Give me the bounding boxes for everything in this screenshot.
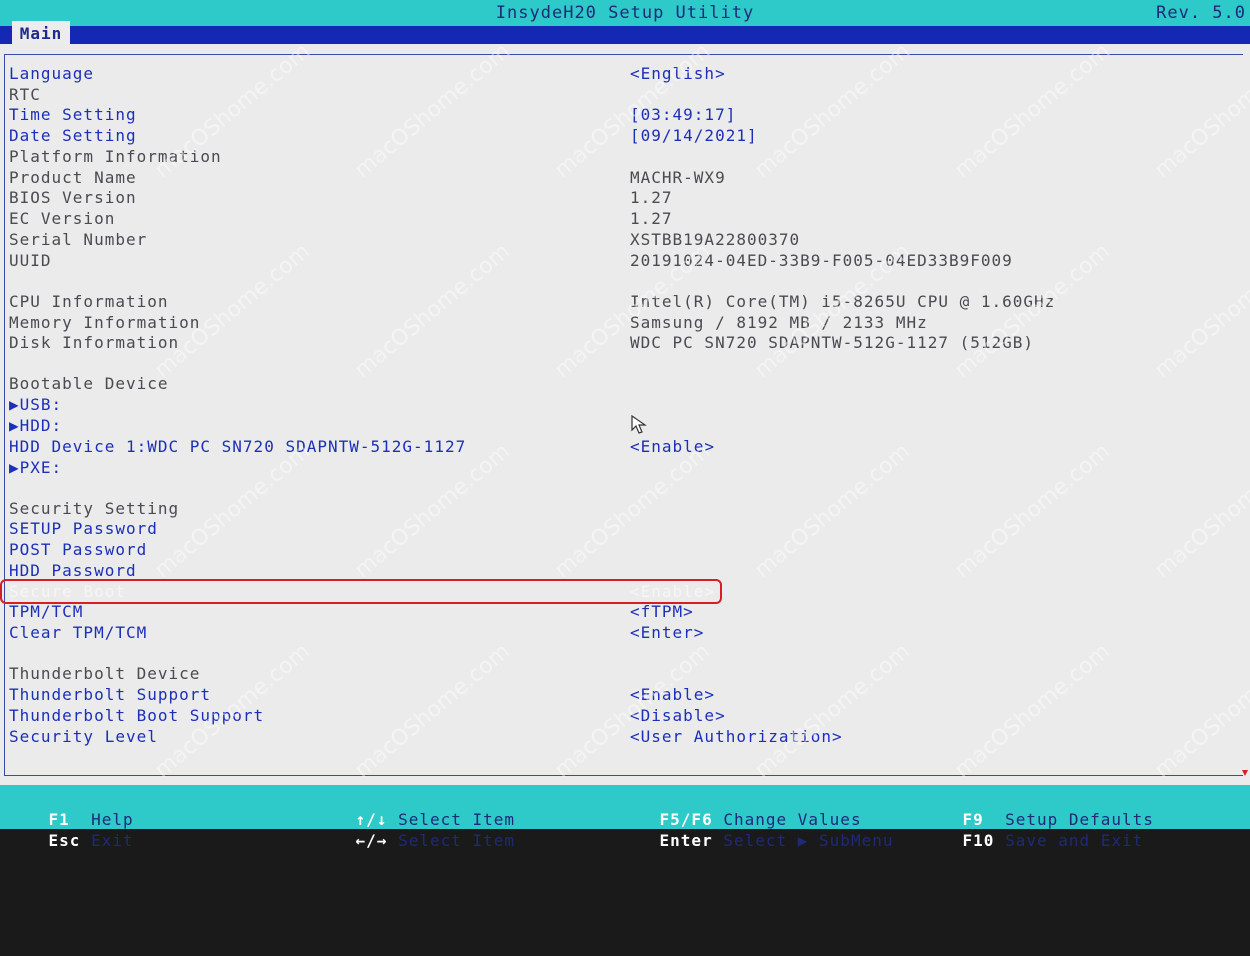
- setting-value[interactable]: [03:49:17]: [630, 104, 736, 125]
- setting-label: Security Setting: [9, 499, 180, 518]
- setting-label: HDD Device 1:WDC PC SN720 SDAPNTW-512G-1…: [9, 437, 467, 456]
- setting-label: Thunderbolt Boot Support: [9, 706, 265, 725]
- mouse-pointer-icon: [631, 414, 647, 434]
- help-f5-f6: F5/F6 Change Values: [659, 810, 862, 829]
- setting-row[interactable]: SETUP Password: [0, 518, 1250, 539]
- setting-value[interactable]: <Enable>: [630, 684, 715, 705]
- setting-label: Secure Boot: [9, 582, 126, 601]
- setting-value: Samsung / 8192 MB / 2133 MHz: [630, 313, 928, 332]
- setting-value: 1.27: [630, 209, 673, 228]
- setting-label: Thunderbolt Device: [9, 664, 201, 683]
- setting-label: Product Name: [9, 168, 137, 187]
- setting-row: Platform Information: [0, 146, 1250, 167]
- setting-row: Thunderbolt Device: [0, 663, 1250, 684]
- setting-row[interactable]: Thunderbolt Support <Enable>: [0, 684, 1250, 705]
- setting-value: WDC PC SN720 SDAPNTW-512G-1127 (512GB): [630, 333, 1035, 352]
- setting-row: BIOS Version 1.27: [0, 187, 1250, 208]
- setting-label: Clear TPM/TCM: [9, 623, 148, 642]
- help-f1: F1 Help: [48, 810, 134, 829]
- help-left-right: ←/→ Select Item: [355, 831, 516, 850]
- setting-label: Bootable Device: [9, 374, 169, 393]
- setting-label: BIOS Version: [9, 188, 137, 207]
- setting-row: Security Setting: [0, 498, 1250, 519]
- setting-row[interactable]: Date Setting [09/14/2021]: [0, 125, 1250, 146]
- setting-row: UUID 20191024-04ED-33B9-F005-04ED33B9F009: [0, 250, 1250, 271]
- setting-label: TPM/TCM: [9, 602, 84, 621]
- setting-label: Time Setting: [9, 105, 137, 124]
- window-title: InsydeH20 Setup Utility: [495, 3, 755, 23]
- setting-value[interactable]: <User Authorization>: [630, 726, 843, 747]
- setting-row[interactable]: TPM/TCM <fTPM>: [0, 601, 1250, 622]
- help-f10: F10 Save and Exit: [962, 831, 1144, 850]
- setting-value: MACHR-WX9: [630, 168, 726, 187]
- setting-value: Intel(R) Core(TM) i5-8265U CPU @ 1.60GHz: [630, 292, 1056, 311]
- setting-row[interactable]: Thunderbolt Boot Support <Disable>: [0, 705, 1250, 726]
- setting-row: RTC: [0, 84, 1250, 105]
- setting-value[interactable]: <Enable>: [630, 436, 715, 457]
- setting-label: EC Version: [9, 209, 116, 228]
- setting-row[interactable]: Language <English>: [0, 63, 1250, 84]
- main-panel: Language <English> RTC Time Setting [03:49:1…: [0, 39, 1250, 785]
- setting-value: 1.27: [630, 188, 673, 207]
- setting-label: Serial Number: [9, 230, 148, 249]
- setting-label: Thunderbolt Support: [9, 685, 212, 704]
- setting-label: ▶PXE:: [9, 458, 63, 477]
- setting-value[interactable]: <fTPM>: [630, 601, 694, 622]
- setting-label: POST Password: [9, 540, 148, 559]
- scroll-down-indicator-icon: [1242, 770, 1248, 776]
- setting-label: Platform Information: [9, 147, 222, 166]
- tab-bar: Main: [0, 21, 1250, 45]
- setting-row: CPU Information Intel(R) Core(TM) i5-8265…: [0, 291, 1250, 312]
- setting-row[interactable]: HDD Device 1:WDC PC SN720 SDAPNTW-512G-1…: [0, 436, 1250, 457]
- setting-row[interactable]: POST Password: [0, 539, 1250, 560]
- setting-value[interactable]: <Enter>: [630, 622, 704, 643]
- setting-label: Security Level: [9, 727, 158, 746]
- setting-row: Bootable Device: [0, 373, 1250, 394]
- setting-row[interactable]: Security Level <User Authorization>: [0, 726, 1250, 747]
- help-esc: Esc Exit: [48, 831, 134, 850]
- setting-value[interactable]: <Disable>: [630, 705, 726, 726]
- key-help-bar: F1 Help Esc Exit ↑/↓ Select Item ←/→ Sel…: [0, 785, 1250, 850]
- setting-value[interactable]: <Enable>: [630, 581, 715, 602]
- revision-label: Rev. 5.0: [1156, 3, 1246, 23]
- setting-row[interactable]: ▶USB:: [0, 394, 1250, 415]
- setting-row-selected[interactable]: Secure Boot <Enable>: [0, 581, 1250, 602]
- setting-row: Memory Information Samsung / 8192 MB / 21…: [0, 312, 1250, 333]
- setting-row[interactable]: ▶HDD:: [0, 415, 1250, 436]
- setting-row: Serial Number XSTBB19A22800370: [0, 229, 1250, 250]
- setting-label: Memory Information: [9, 313, 201, 332]
- setting-label: UUID: [9, 251, 52, 270]
- setting-label: ▶HDD:: [9, 416, 63, 435]
- setting-row[interactable]: HDD Password: [0, 560, 1250, 581]
- setting-label: CPU Information: [9, 292, 169, 311]
- setting-row[interactable]: Clear TPM/TCM <Enter>: [0, 622, 1250, 643]
- help-up-down: ↑/↓ Select Item: [355, 810, 516, 829]
- setting-label: Date Setting: [9, 126, 137, 145]
- help-f9: F9 Setup Defaults: [962, 810, 1154, 829]
- setting-label: ▶USB:: [9, 395, 63, 414]
- tab-main[interactable]: Main: [12, 21, 70, 45]
- setting-label: Disk Information: [9, 333, 180, 352]
- setting-value: XSTBB19A22800370: [630, 230, 801, 249]
- setting-value: 20191024-04ED-33B9-F005-04ED33B9F009: [630, 251, 1013, 270]
- help-enter: Enter Select ▶ SubMenu: [659, 831, 894, 850]
- setting-row[interactable]: ▶PXE:: [0, 457, 1250, 478]
- setting-value[interactable]: <English>: [630, 63, 726, 84]
- setting-row: Product Name MACHR-WX9: [0, 167, 1250, 188]
- setting-row[interactable]: Time Setting [03:49:17]: [0, 104, 1250, 125]
- setting-row: Disk Information WDC PC SN720 SDAPNTW-512…: [0, 332, 1250, 353]
- setting-row: EC Version 1.27: [0, 208, 1250, 229]
- setting-label: Language: [9, 64, 95, 83]
- setting-label: SETUP Password: [9, 519, 158, 538]
- setting-value[interactable]: [09/14/2021]: [630, 125, 758, 146]
- setting-label: HDD Password: [9, 561, 137, 580]
- title-bar: InsydeH20 Setup Utility Rev. 5.0: [0, 0, 1250, 26]
- setting-label: RTC: [9, 85, 41, 104]
